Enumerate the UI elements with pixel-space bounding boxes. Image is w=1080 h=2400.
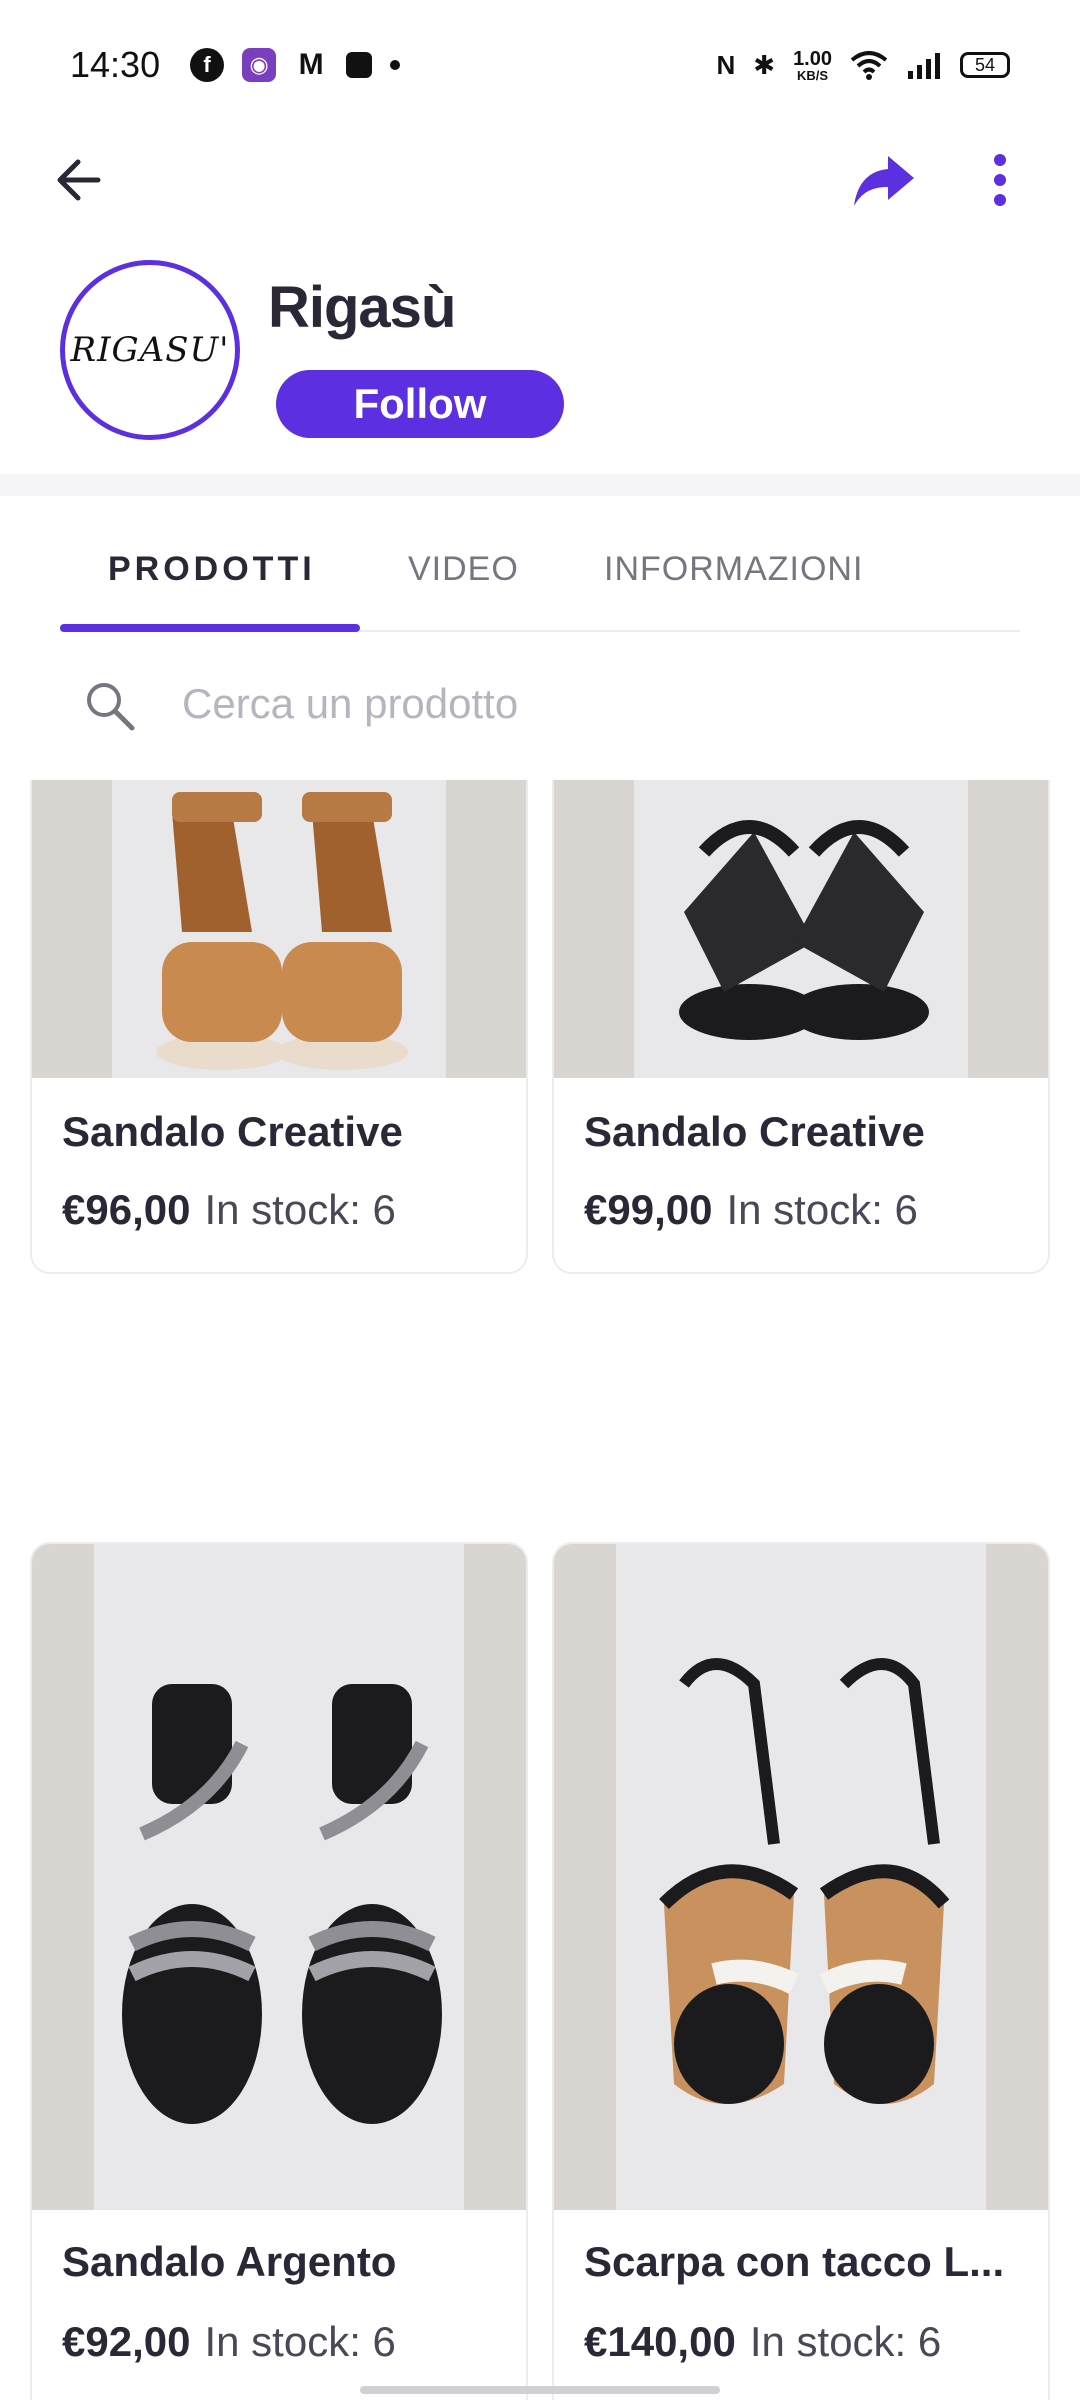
tab-bar: PRODOTTI VIDEO INFORMAZIONI xyxy=(60,530,1020,632)
product-title: Sandalo Creative xyxy=(584,1108,925,1155)
shop-header: RIGASU' Rigasù Follow xyxy=(0,260,1080,460)
more-vertical-icon[interactable] xyxy=(980,150,1020,210)
home-indicator[interactable] xyxy=(360,2386,720,2394)
product-image xyxy=(554,780,1048,1078)
network-speed-unit: KB/S xyxy=(797,67,829,83)
sandal-illustration xyxy=(122,1684,442,2124)
camera-app-icon: ◉ xyxy=(242,48,277,82)
status-bar: 14:30 f ◉ M N ✱ 1.00 KB/S 54 xyxy=(0,0,1080,130)
bluetooth-icon: ✱ xyxy=(753,49,776,80)
follow-button[interactable]: Follow xyxy=(276,370,564,438)
notification-dot-icon xyxy=(390,60,401,70)
product-card[interactable]: Sandalo Creative €99,00 In stock: 6 xyxy=(552,780,1050,1274)
lock-icon xyxy=(346,52,373,78)
tab-video[interactable]: VIDEO xyxy=(408,550,519,589)
sandal-illustration xyxy=(659,1658,950,2104)
section-divider xyxy=(0,474,1080,496)
shop-name: Rigasù xyxy=(268,275,456,340)
product-price-row: €96,00 In stock: 6 xyxy=(62,1186,396,1234)
product-card[interactable]: Scarpa con tacco L... €140,00 In stock: 6 xyxy=(552,1542,1050,2400)
signal-icon xyxy=(908,53,940,79)
battery-icon: 54 xyxy=(960,52,1010,78)
tab-active-indicator xyxy=(60,624,360,632)
product-search xyxy=(70,660,1010,748)
status-left: 14:30 f ◉ M xyxy=(70,44,401,86)
product-stock: In stock: 6 xyxy=(749,2318,942,2365)
nfc-icon: N xyxy=(716,49,736,80)
arrow-left-icon[interactable] xyxy=(50,150,110,210)
product-image xyxy=(32,1544,526,2210)
product-card[interactable]: Sandalo Creative €96,00 In stock: 6 xyxy=(30,780,528,1274)
product-price: €96,00 xyxy=(62,1186,191,1233)
product-stock: In stock: 6 xyxy=(204,2318,396,2365)
search-input[interactable] xyxy=(180,668,984,740)
product-image xyxy=(554,1544,1048,2210)
product-title: Sandalo Creative xyxy=(62,1108,403,1155)
product-stock: In stock: 6 xyxy=(204,1186,396,1233)
battery-level: 54 xyxy=(974,54,996,75)
product-price: €92,00 xyxy=(62,2318,191,2365)
tab-informazioni[interactable]: INFORMAZIONI xyxy=(604,550,863,589)
product-title: Scarpa con tacco L... xyxy=(584,2238,1005,2285)
status-right: N ✱ 1.00 KB/S 54 xyxy=(716,49,1010,82)
product-card[interactable]: Sandalo Argento €92,00 In stock: 6 xyxy=(30,1542,528,2400)
shop-logo-text: RIGASU' xyxy=(70,330,230,370)
product-price-row: €99,00 In stock: 6 xyxy=(584,1186,918,1234)
network-speed: 1.00 KB/S xyxy=(793,49,832,82)
gmail-icon: M xyxy=(298,48,324,81)
product-title: Sandalo Argento xyxy=(62,2238,397,2285)
product-price: €140,00 xyxy=(584,2318,736,2365)
top-app-bar xyxy=(0,140,1080,220)
search-icon xyxy=(87,683,135,731)
wifi-icon xyxy=(850,51,888,80)
network-speed-value: 1.00 xyxy=(793,47,832,70)
product-price-row: €92,00 In stock: 6 xyxy=(62,2318,396,2366)
sandal-illustration xyxy=(156,792,408,1070)
status-time: 14:30 xyxy=(70,44,161,85)
product-image xyxy=(32,780,526,1078)
product-stock: In stock: 6 xyxy=(726,1186,918,1233)
tab-prodotti[interactable]: PRODOTTI xyxy=(108,550,316,589)
product-price: €99,00 xyxy=(584,1186,713,1233)
facebook-icon: f xyxy=(190,48,225,82)
product-price-row: €140,00 In stock: 6 xyxy=(584,2318,941,2366)
shop-avatar: RIGASU' xyxy=(60,260,240,440)
product-grid: Sandalo Creative €96,00 In stock: 6 Sanda… xyxy=(0,780,1080,2400)
share-icon[interactable] xyxy=(852,152,916,208)
sandal-illustration xyxy=(679,820,929,1040)
